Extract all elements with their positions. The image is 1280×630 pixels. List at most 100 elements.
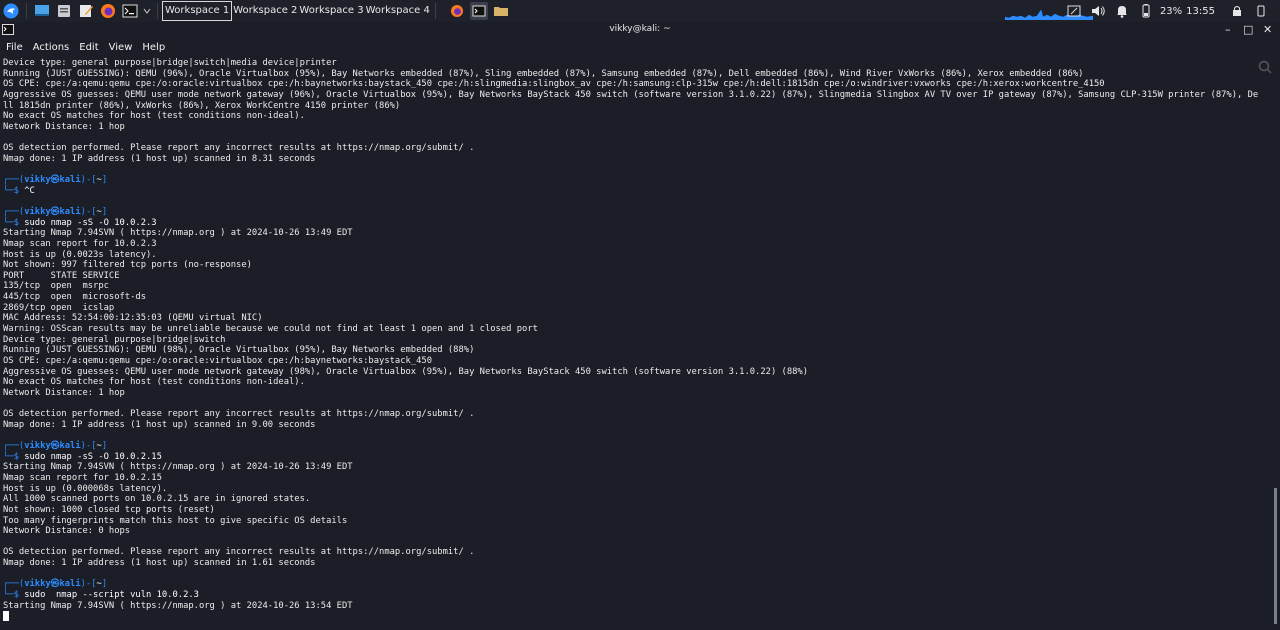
- prompt-symbol: └─$: [3, 451, 25, 462]
- terminal-line: Too many fingerprints match this host to…: [3, 515, 348, 526]
- terminal-line: Running (JUST GUESSING): QEMU (96%), Ora…: [3, 68, 1084, 79]
- scrollbar-thumb[interactable]: [1274, 488, 1277, 624]
- terminal-line: All 1000 scanned ports on 10.0.2.15 are …: [3, 494, 311, 505]
- prompt-bracket: ┌──(: [3, 206, 25, 217]
- prompt-command-line: └─$ sudo nmap -sS -O 10.0.2.15: [3, 452, 1271, 463]
- terminal-line: Aggressive OS guesses: QEMU user mode ne…: [3, 89, 1259, 100]
- chevron-down-icon[interactable]: [143, 2, 151, 20]
- lock-screen-icon[interactable]: [1228, 2, 1246, 20]
- terminal-line: OS detection performed. Please report an…: [3, 409, 475, 420]
- prompt-header: ┌──(vikky㉿kali)-[~]: [3, 441, 1271, 452]
- terminal-line: PORT STATE SERVICE: [3, 270, 120, 281]
- terminal-scrollbar[interactable]: [1274, 58, 1277, 624]
- clock[interactable]: 13:55: [1186, 6, 1215, 17]
- prompt-header: ┌──(vikky㉿kali)-[~]: [3, 579, 1271, 590]
- terminal-output[interactable]: Device type: general purpose|bridge|swit…: [3, 58, 1271, 624]
- folder-task-icon[interactable]: [492, 2, 510, 20]
- menubar: File Actions Edit View Help: [0, 38, 1280, 56]
- workspace-2[interactable]: Workspace 2: [232, 2, 298, 20]
- prompt-header: ┌──(vikky㉿kali)-[~]: [3, 175, 1271, 186]
- menu-file[interactable]: File: [0, 42, 28, 53]
- terminal-launcher-icon[interactable]: [121, 2, 139, 20]
- prompt-bracket: )-[: [80, 206, 97, 217]
- menu-view[interactable]: View: [104, 42, 138, 53]
- system-tray: 23% 13:55: [1062, 0, 1280, 22]
- kali-menu-icon[interactable]: [2, 2, 20, 20]
- minimize-button[interactable]: –: [1225, 23, 1231, 36]
- volume-icon[interactable]: [1089, 2, 1107, 20]
- menu-actions[interactable]: Actions: [28, 42, 75, 53]
- prompt-user: vikky㉿kali: [24, 579, 81, 590]
- prompt-bracket: )-[: [80, 579, 97, 590]
- prompt-bracket: ]: [101, 175, 108, 186]
- terminal-line: OS CPE: cpe:/a:qemu:qemu cpe:/o:oracle:v…: [3, 355, 432, 366]
- battery-icon[interactable]: [1137, 2, 1155, 20]
- terminal-cursor: [3, 611, 9, 622]
- firefox-task-icon[interactable]: [448, 2, 466, 20]
- prompt-symbol: └─$: [3, 185, 25, 196]
- command-text: sudo nmap -sS -O 10.0.2.15: [24, 451, 162, 462]
- terminal-line: Device type: general purpose|bridge|swit…: [3, 334, 226, 345]
- menu-help[interactable]: Help: [137, 42, 170, 53]
- terminal-line: OS CPE: cpe:/a:qemu:qemu cpe:/o:oracle:v…: [3, 79, 1105, 90]
- task-list: [446, 2, 512, 20]
- terminal-line: Nmap done: 1 IP address (1 host up) scan…: [3, 153, 316, 164]
- panel-separator: [26, 3, 27, 19]
- show-desktop-icon[interactable]: [33, 2, 51, 20]
- notification-bell-icon[interactable]: [1113, 2, 1131, 20]
- terminal-line: 135/tcp open msrpc: [3, 281, 109, 292]
- prompt-symbol: └─$: [3, 590, 25, 601]
- terminal-line: Nmap done: 1 IP address (1 host up) scan…: [3, 419, 316, 430]
- workspace-3[interactable]: Workspace 3: [298, 2, 364, 20]
- prompt-bracket: ┌──(: [3, 579, 25, 590]
- terminal-line: Warning: OSScan results may be unreliabl…: [3, 324, 538, 335]
- prompt-bracket: ┌──(: [3, 175, 25, 186]
- cursor-line: [3, 611, 1271, 622]
- terminal-line: Network Distance: 0 hops: [3, 526, 131, 537]
- command-text: sudo nmap -sS -O 10.0.2.3: [24, 217, 157, 228]
- firefox-icon[interactable]: [99, 2, 117, 20]
- terminal-line: OS detection performed. Please report an…: [3, 547, 475, 558]
- prompt-header: ┌──(vikky㉿kali)-[~]: [3, 207, 1271, 218]
- window-titlebar[interactable]: vikky@kali: ~ – □ ✕: [0, 22, 1280, 38]
- terminal-line: Not shown: 997 filtered tcp ports (no-re…: [3, 260, 252, 271]
- terminal-line: Network Distance: 1 hop: [3, 121, 125, 132]
- terminal-line: OS detection performed. Please report an…: [3, 143, 475, 154]
- terminal-line: Starting Nmap 7.94SVN ( https://nmap.org…: [3, 462, 353, 473]
- terminal-line: Aggressive OS guesses: QEMU user mode ne…: [3, 366, 809, 377]
- prompt-bracket: ]: [101, 441, 108, 452]
- file-manager-icon[interactable]: [55, 2, 73, 20]
- terminal-line: Starting Nmap 7.94SVN ( https://nmap.org…: [3, 228, 353, 239]
- prompt-bracket: ]: [101, 579, 108, 590]
- workspace-4[interactable]: Workspace 4: [365, 2, 431, 20]
- terminal-line: MAC Address: 52:54:00:12:35:03 (QEMU vir…: [3, 313, 263, 324]
- prompt-symbol: └─$: [3, 217, 25, 228]
- search-icon[interactable]: [1258, 60, 1272, 74]
- screenshot-icon[interactable]: [1065, 2, 1083, 20]
- terminal-line: Running (JUST GUESSING): QEMU (98%), Ora…: [3, 345, 475, 356]
- terminal-line: Not shown: 1000 closed tcp ports (reset): [3, 504, 215, 515]
- close-button[interactable]: ✕: [1263, 23, 1272, 36]
- terminal-line: Starting Nmap 7.94SVN ( https://nmap.org…: [3, 600, 353, 611]
- battery-percentage: 23%: [1159, 5, 1183, 17]
- terminal-line: Host is up (0.000068s latency).: [3, 483, 168, 494]
- terminal-line: Nmap done: 1 IP address (1 host up) scan…: [3, 558, 316, 569]
- power-icon[interactable]: [1252, 2, 1270, 20]
- workspace-1[interactable]: Workspace 1: [162, 1, 233, 21]
- terminal-line: Network Distance: 1 hop: [3, 387, 125, 398]
- menu-edit[interactable]: Edit: [74, 42, 103, 53]
- terminal-task-icon[interactable]: [469, 2, 488, 20]
- command-text: sudo nmap --script vuln 10.0.2.3: [24, 590, 199, 601]
- command-text: ^C: [24, 185, 35, 196]
- terminal-line: Host is up (0.0023s latency).: [3, 249, 157, 260]
- text-editor-icon[interactable]: [77, 2, 95, 20]
- terminal-line: 445/tcp open microsoft-ds: [3, 292, 146, 303]
- maximize-button[interactable]: □: [1243, 23, 1253, 36]
- prompt-user: vikky㉿kali: [24, 175, 81, 186]
- prompt-bracket: ┌──(: [3, 441, 25, 452]
- terminal-line: No exact OS matches for host (test condi…: [3, 111, 305, 122]
